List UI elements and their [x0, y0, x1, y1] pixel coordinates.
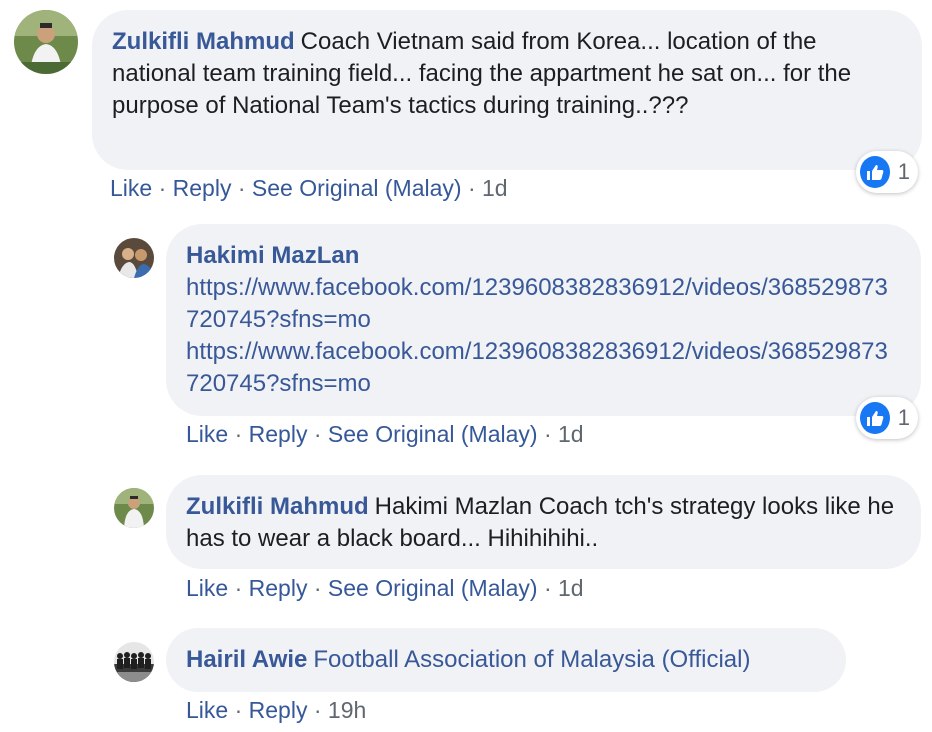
separator: ·	[307, 575, 328, 601]
see-original-button[interactable]: See Original (Malay)	[328, 575, 538, 601]
mentioned-page[interactable]: Football Association of Malaysia (Offici…	[313, 646, 750, 673]
comment-actions: Like · Reply · See Original (Malay) · 1d	[110, 173, 508, 203]
timestamp[interactable]: 1d	[558, 575, 584, 601]
see-original-button[interactable]: See Original (Malay)	[252, 175, 462, 201]
avatar[interactable]	[114, 642, 154, 682]
reaction-number: 1	[897, 405, 910, 430]
like-button[interactable]: Like	[110, 175, 152, 201]
separator: ·	[152, 175, 173, 201]
reply-bubble: Hairil Awie Football Association of Malay…	[166, 628, 846, 692]
reply-actions: Like · Reply · See Original (Malay) · 1d	[186, 419, 584, 449]
comment-author[interactable]: Hairil Awie	[186, 646, 307, 673]
reply-button[interactable]: Reply	[249, 697, 308, 723]
comment-author[interactable]: Hakimi MazLan	[186, 240, 893, 272]
like-button[interactable]: Like	[186, 697, 228, 723]
separator: ·	[228, 697, 249, 723]
comment-bubble: Zulkifli Mahmud Coach Vietnam said from K…	[92, 10, 922, 170]
timestamp[interactable]: 19h	[328, 697, 366, 723]
shared-link[interactable]: https://www.facebook.com/123960838283691…	[186, 272, 899, 336]
reaction-count[interactable]: 1	[856, 397, 918, 439]
see-original-button[interactable]: See Original (Malay)	[328, 421, 538, 447]
timestamp[interactable]: 1d	[558, 421, 584, 447]
comment-author[interactable]: Zulkifli Mahmud	[112, 28, 295, 55]
like-button[interactable]: Like	[186, 575, 228, 601]
avatar[interactable]	[114, 488, 154, 528]
thumbs-up-icon	[860, 156, 890, 188]
separator: ·	[307, 421, 328, 447]
reply-button[interactable]: Reply	[249, 575, 308, 601]
comment-author[interactable]: Zulkifli Mahmud	[186, 493, 369, 520]
reply-actions: Like · Reply · 19h	[186, 695, 366, 725]
timestamp[interactable]: 1d	[482, 175, 508, 201]
reply-actions: Like · Reply · See Original (Malay) · 1d	[186, 573, 584, 603]
avatar[interactable]	[14, 10, 78, 74]
reply-bubble: Hakimi MazLan https://www.facebook.com/1…	[166, 224, 921, 416]
separator: ·	[537, 421, 559, 447]
user-photo-icon	[114, 488, 154, 528]
reply-bubble: Zulkifli Mahmud Hakimi Mazlan Coach tch's…	[166, 475, 921, 569]
reply-button[interactable]: Reply	[173, 175, 232, 201]
separator: ·	[537, 575, 559, 601]
reaction-count[interactable]: 1	[856, 151, 918, 193]
user-photo-icon	[114, 238, 154, 278]
like-button[interactable]: Like	[186, 421, 228, 447]
separator: ·	[307, 697, 328, 723]
reaction-number: 1	[897, 159, 910, 184]
user-photo-icon	[14, 10, 78, 74]
avatar[interactable]	[114, 238, 154, 278]
shared-link[interactable]: https://www.facebook.com/123960838283691…	[186, 336, 899, 400]
separator: ·	[231, 175, 252, 201]
thumbs-up-icon	[860, 402, 890, 434]
separator: ·	[228, 421, 249, 447]
reply-button[interactable]: Reply	[249, 421, 308, 447]
separator: ·	[461, 175, 483, 201]
team-photo-icon	[114, 642, 154, 682]
separator: ·	[228, 575, 249, 601]
